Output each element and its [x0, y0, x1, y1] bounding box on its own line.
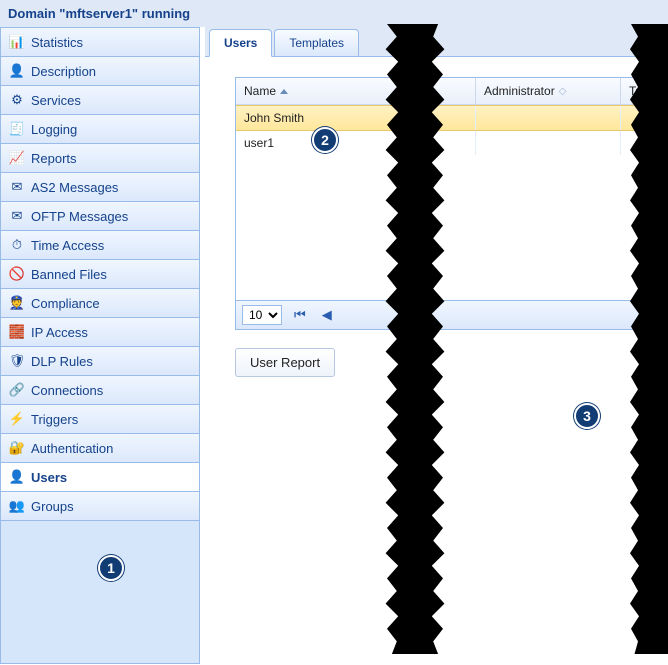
tab-templates[interactable]: Templates	[274, 29, 359, 56]
tab-users[interactable]: Users	[209, 29, 272, 57]
table-row[interactable]: user1	[236, 131, 668, 155]
sidebar-item-dlp-rules[interactable]: 🛡 DLP Rules	[1, 347, 199, 376]
mail-icon: ✉	[9, 208, 25, 224]
sidebar-item-connections[interactable]: 🔗 Connections	[1, 376, 199, 405]
sidebar-item-label: Reports	[31, 151, 77, 166]
pager-prev-icon[interactable]: ◀	[318, 307, 336, 323]
sidebar-item-groups[interactable]: 👥 Groups	[1, 492, 199, 521]
cell-admin	[476, 106, 621, 130]
sidebar-item-label: Time Access	[31, 238, 104, 253]
sidebar-item-label: Connections	[31, 383, 103, 398]
lock-icon: 🔐	[9, 440, 25, 456]
sidebar-item-time-access[interactable]: ⏱ Time Access	[1, 231, 199, 260]
column-label: Administrator	[484, 84, 555, 98]
lightning-icon: ⚡	[9, 411, 25, 427]
users-grid: Name Administrator ◇ Ta John Smith	[235, 77, 668, 330]
cell-admin	[476, 131, 621, 155]
sidebar-item-authentication[interactable]: 🔐 Authentication	[1, 434, 199, 463]
ban-icon: 🚫	[9, 266, 25, 282]
sidebar-item-as2[interactable]: ✉ AS2 Messages	[1, 173, 199, 202]
sidebar-item-label: Banned Files	[31, 267, 107, 282]
sidebar-item-statistics[interactable]: 📊 Statistics	[1, 28, 199, 57]
sidebar-item-label: Compliance	[31, 296, 100, 311]
grid-body: John Smith user1	[236, 105, 668, 300]
log-icon: 🧾	[9, 121, 25, 137]
sidebar-item-services[interactable]: ⚙ Services	[1, 86, 199, 115]
sidebar-item-ip-access[interactable]: 🧱 IP Access	[1, 318, 199, 347]
table-row[interactable]: John Smith	[236, 105, 668, 131]
grid-footer: 10 ⏮ ◀	[236, 300, 668, 329]
gear-icon: ⚙	[9, 92, 25, 108]
column-header-administrator[interactable]: Administrator ◇	[476, 78, 621, 104]
sidebar-item-label: OFTP Messages	[31, 209, 128, 224]
sidebar-item-label: Groups	[31, 499, 74, 514]
user-report-button[interactable]: User Report	[235, 348, 335, 377]
chart-icon: 📊	[9, 34, 25, 50]
sort-neutral-icon: ◇	[559, 86, 567, 97]
sidebar-item-label: Triggers	[31, 412, 78, 427]
sidebar-item-label: Users	[31, 470, 67, 485]
page-size-select[interactable]: 10	[242, 305, 282, 325]
button-row: User Report Add Edit	[235, 348, 668, 377]
sidebar-item-logging[interactable]: 🧾 Logging	[1, 115, 199, 144]
sidebar-item-label: Statistics	[31, 35, 83, 50]
callout-badge-2: 2	[312, 127, 338, 153]
pager-first-icon[interactable]: ⏮	[290, 307, 310, 323]
clock-icon: ⏱	[9, 237, 25, 253]
sidebar-item-description[interactable]: 👤 Description	[1, 57, 199, 86]
firewall-icon: 🧱	[9, 324, 25, 340]
sidebar-item-users[interactable]: 👤 Users	[1, 463, 199, 492]
sidebar-item-label: IP Access	[31, 325, 88, 340]
panel-title: Domain "mftserver1" running	[0, 0, 668, 27]
sidebar-item-label: AS2 Messages	[31, 180, 118, 195]
column-label: Name	[244, 84, 276, 98]
sidebar-item-reports[interactable]: 📈 Reports	[1, 144, 199, 173]
sidebar-item-label: DLP Rules	[31, 354, 93, 369]
sidebar-item-banned-files[interactable]: 🚫 Banned Files	[1, 260, 199, 289]
sidebar-item-label: Authentication	[31, 441, 113, 456]
sort-asc-icon	[280, 89, 288, 94]
sidebar-item-label: Logging	[31, 122, 77, 137]
sidebar-item-label: Description	[31, 64, 96, 79]
user-icon: 👤	[9, 469, 25, 485]
report-icon: 📈	[9, 150, 25, 166]
compliance-icon: 👮	[9, 295, 25, 311]
link-icon: 🔗	[9, 382, 25, 398]
user-icon: 👤	[9, 63, 25, 79]
callout-badge-1: 1	[98, 555, 124, 581]
sidebar-item-oftp[interactable]: ✉ OFTP Messages	[1, 202, 199, 231]
shield-icon: 🛡	[9, 353, 25, 369]
sidebar-item-compliance[interactable]: 👮 Compliance	[1, 289, 199, 318]
callout-badge-3: 3	[574, 403, 600, 429]
grid-header: Name Administrator ◇ Ta	[236, 78, 668, 105]
sidebar-item-triggers[interactable]: ⚡ Triggers	[1, 405, 199, 434]
users-icon: 👥	[9, 498, 25, 514]
sidebar-item-label: Services	[31, 93, 81, 108]
mail-icon: ✉	[9, 179, 25, 195]
